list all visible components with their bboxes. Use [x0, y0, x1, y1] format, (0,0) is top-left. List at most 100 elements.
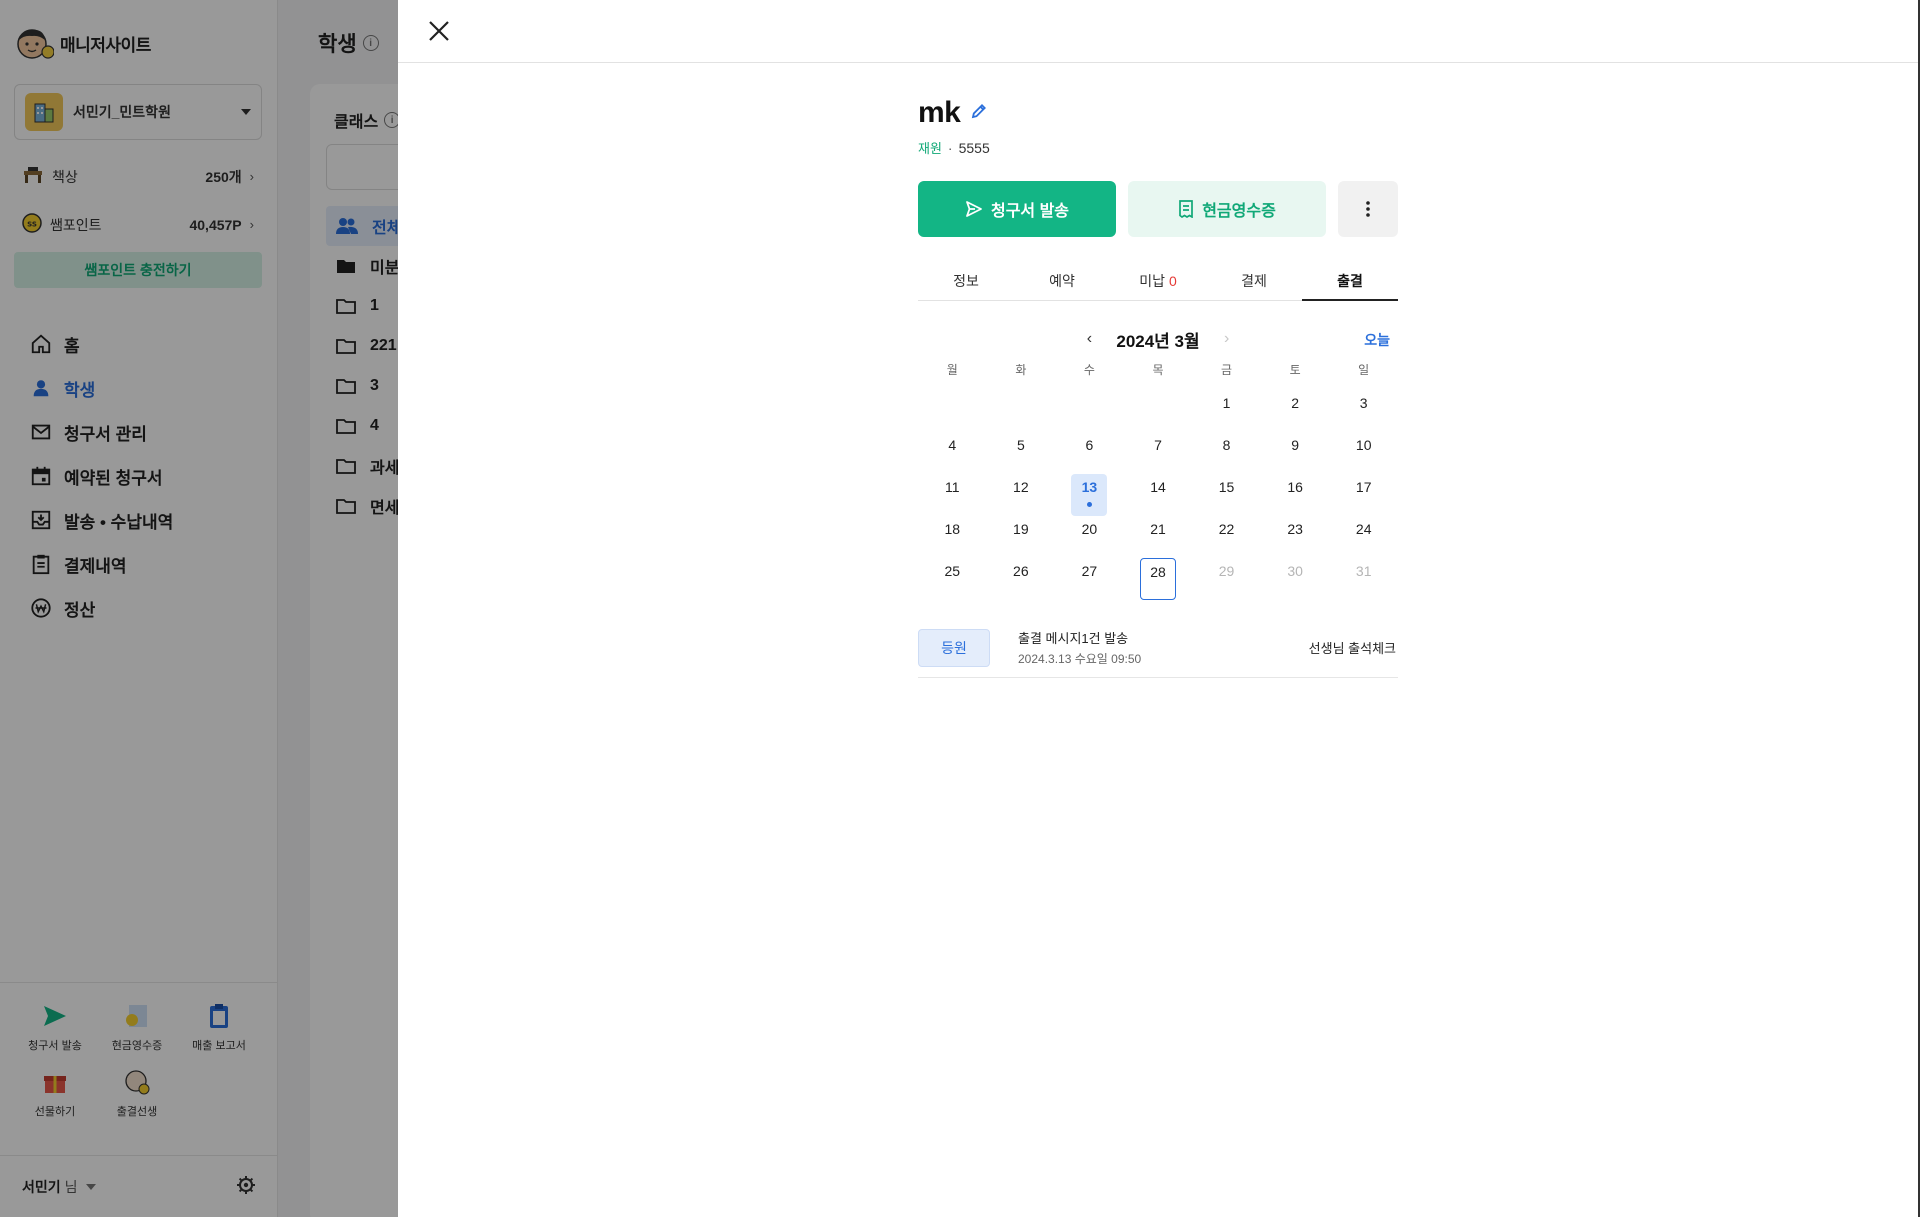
calendar-day-number: 23 — [1287, 521, 1303, 537]
cash-receipt-button[interactable]: 현금영수증 — [1128, 181, 1326, 237]
calendar-day[interactable]: 8 — [1192, 432, 1261, 474]
tab-attendance[interactable]: 출결 — [1302, 261, 1398, 301]
tab-info[interactable]: 정보 — [918, 261, 1014, 300]
calendar-header: ‹ 2024년 3월 › 오늘 — [918, 327, 1398, 351]
tab-payment[interactable]: 결제 — [1206, 261, 1302, 300]
close-icon[interactable] — [426, 18, 452, 44]
calendar-day[interactable]: 21 — [1124, 516, 1193, 558]
calendar-day-number: 11 — [945, 479, 960, 495]
calendar-day-number: 25 — [944, 563, 961, 579]
calendar-day[interactable]: 27 — [1055, 558, 1124, 600]
student-detail-drawer: mk 재원 · 5555 청구서 발송 현금영수증 정보 예약 미납 0 결제 … — [398, 0, 1920, 1217]
calendar-day[interactable]: 7 — [1124, 432, 1193, 474]
attendance-log-row[interactable]: 등원 출결 메시지1건 발송 2024.3.13 수요일 09:50 선생님 출… — [918, 628, 1398, 678]
calendar-day-number: 20 — [1081, 521, 1098, 537]
tab-label: 결제 — [1241, 272, 1267, 289]
calendar-day-number: 10 — [1355, 437, 1372, 453]
student-profile: mk 재원 · 5555 청구서 발송 현금영수증 정보 예약 미납 0 결제 … — [918, 96, 1398, 678]
calendar-empty-cell — [1055, 390, 1124, 432]
calendar-day[interactable]: 1 — [1192, 390, 1261, 432]
pencil-edit-icon[interactable] — [970, 102, 988, 125]
calendar-day[interactable]: 4 — [918, 432, 987, 474]
calendar-day[interactable]: 13 — [1055, 474, 1124, 516]
calendar-day[interactable]: 23 — [1261, 516, 1330, 558]
enrollment-status: 재원 — [918, 141, 942, 156]
calendar-day[interactable]: 15 — [1192, 474, 1261, 516]
more-vertical-icon[interactable] — [1338, 181, 1398, 237]
calendar-day[interactable]: 10 — [1329, 432, 1398, 474]
calendar-day[interactable]: 3 — [1329, 390, 1398, 432]
calendar-empty-cell — [918, 390, 987, 432]
calendar-day-number: 24 — [1355, 521, 1372, 537]
weekday-label: 화 — [1015, 363, 1027, 377]
calendar-day-number: 17 — [1355, 479, 1372, 495]
send-invoice-button[interactable]: 청구서 발송 — [918, 181, 1116, 237]
tab-unpaid[interactable]: 미납 0 — [1110, 261, 1206, 300]
tab-label: 미납 — [1139, 272, 1165, 289]
student-name: mk — [918, 96, 961, 129]
weekday-label: 목 — [1152, 363, 1164, 377]
send-invoice-label: 청구서 발송 — [990, 203, 1070, 220]
calendar-day[interactable]: 30 — [1261, 558, 1330, 600]
receipt-icon — [1179, 200, 1194, 218]
tab-label: 예약 — [1049, 272, 1075, 289]
calendar-day-number: 8 — [1222, 437, 1231, 453]
action-buttons: 청구서 발송 현금영수증 — [918, 181, 1398, 237]
weekday-label: 금 — [1221, 363, 1233, 377]
calendar-day[interactable]: 18 — [918, 516, 987, 558]
calendar-day-number: 13 — [1071, 474, 1108, 516]
calendar-day[interactable]: 22 — [1192, 516, 1261, 558]
today-button[interactable]: 오늘 — [1364, 330, 1390, 350]
calendar-day[interactable]: 25 — [918, 558, 987, 600]
calendar-day-number: 15 — [1218, 479, 1235, 495]
calendar-day-number: 28 — [1139, 558, 1176, 600]
weekday-label: 일 — [1358, 363, 1370, 377]
calendar-day[interactable]: 17 — [1329, 474, 1398, 516]
calendar-day[interactable]: 24 — [1329, 516, 1398, 558]
drawer-header — [398, 0, 1920, 63]
student-code: 5555 — [958, 139, 990, 156]
unpaid-count-badge: 0 — [1168, 272, 1177, 289]
calendar-day-number: 27 — [1081, 563, 1098, 579]
calendar-day[interactable]: 6 — [1055, 432, 1124, 474]
log-timestamp: 2024.3.13 수요일 09:50 — [1018, 652, 1142, 666]
calendar-day-number: 3 — [1359, 395, 1368, 411]
calendar-day[interactable]: 2 — [1261, 390, 1330, 432]
calendar-day[interactable]: 28 — [1124, 558, 1193, 600]
calendar-day[interactable]: 9 — [1261, 432, 1330, 474]
chevron-left-icon[interactable]: ‹ — [1080, 330, 1098, 348]
weekday-label: 수 — [1083, 363, 1095, 377]
tab-reservation[interactable]: 예약 — [1014, 261, 1110, 300]
calendar-day[interactable]: 16 — [1261, 474, 1330, 516]
log-method: 선생님 출석체크 — [1308, 641, 1396, 656]
calendar-day-number: 12 — [1013, 479, 1029, 495]
calendar-day[interactable]: 31 — [1329, 558, 1398, 600]
calendar-day-number: 6 — [1085, 437, 1094, 453]
calendar-day-number: 16 — [1287, 479, 1303, 495]
calendar-day-number: 5 — [1016, 437, 1025, 453]
calendar-day[interactable]: 5 — [987, 432, 1056, 474]
calendar-day[interactable]: 29 — [1192, 558, 1261, 600]
calendar-day-number: 7 — [1154, 437, 1162, 453]
calendar-weekdays: 월 화 수 목 금 토 일 — [918, 361, 1398, 378]
tab-label: 출결 — [1337, 272, 1363, 289]
calendar-day[interactable]: 14 — [1124, 474, 1193, 516]
log-title: 출결 메시지1건 발송 — [1018, 631, 1129, 646]
calendar-day[interactable]: 12 — [987, 474, 1056, 516]
calendar-day[interactable]: 11 — [918, 474, 987, 516]
calendar-day[interactable]: 19 — [987, 516, 1056, 558]
calendar-day-number: 14 — [1150, 479, 1166, 495]
status-badge: 등원 — [918, 628, 990, 667]
chevron-right-icon[interactable]: › — [1218, 330, 1236, 348]
calendar-day-number: 29 — [1218, 563, 1235, 579]
calendar-day-number: 9 — [1291, 437, 1300, 453]
calendar-empty-cell — [1124, 390, 1193, 432]
calendar-day-number: 22 — [1218, 521, 1235, 537]
calendar-day[interactable]: 26 — [987, 558, 1056, 600]
cash-receipt-label: 현금영수증 — [1202, 203, 1276, 220]
calendar-day-number: 18 — [944, 521, 961, 537]
detail-tabs: 정보 예약 미납 0 결제 출결 — [918, 261, 1398, 301]
calendar-day-number: 30 — [1287, 563, 1303, 579]
weekday-label: 토 — [1289, 363, 1301, 377]
calendar-day[interactable]: 20 — [1055, 516, 1124, 558]
